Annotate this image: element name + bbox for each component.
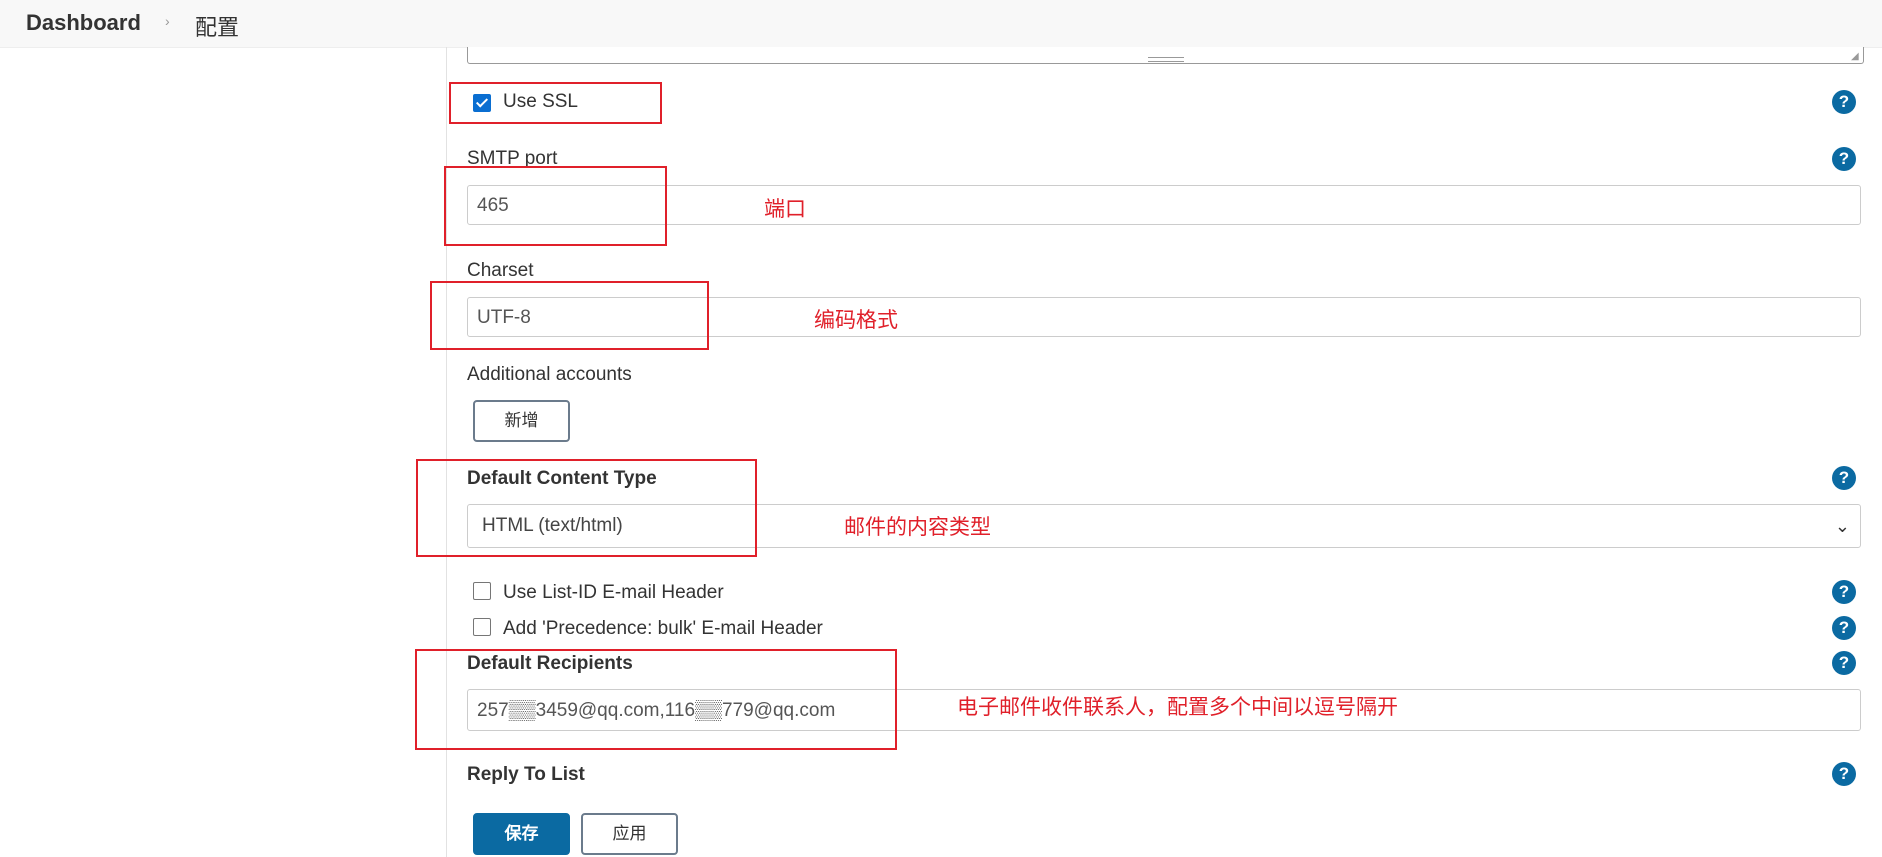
annotation-content-type: 邮件的内容类型 — [844, 516, 991, 539]
annotation-box-ssl — [449, 82, 662, 124]
help-icon[interactable]: ? — [1832, 580, 1856, 604]
breadcrumb-dashboard[interactable]: Dashboard — [26, 10, 141, 36]
apply-button[interactable]: 应用 — [581, 813, 678, 855]
annotation-recipients: 电子邮件收件联系人，配置多个中间以逗号隔开 — [957, 696, 1398, 719]
precedence-header-checkbox[interactable] — [473, 618, 491, 636]
annotation-box-content-type — [416, 459, 757, 557]
annotation-port: 端口 — [764, 198, 806, 221]
add-account-button[interactable]: 新增 — [473, 400, 570, 442]
precedence-header-label: Add 'Precedence: bulk' E-mail Header — [503, 618, 823, 639]
save-button[interactable]: 保存 — [473, 813, 570, 855]
top-bar: Dashboard › 配置 — [0, 0, 1882, 48]
additional-accounts-label: Additional accounts — [467, 364, 632, 385]
chevron-down-icon: ⌄ — [1834, 516, 1850, 536]
annotation-box-port — [444, 166, 667, 246]
help-icon[interactable]: ? — [1832, 147, 1856, 171]
smtp-port-input[interactable]: 465 — [467, 185, 1861, 225]
list-id-header-checkbox[interactable] — [473, 582, 491, 600]
resize-grip-icon[interactable] — [1148, 57, 1184, 62]
reply-to-list-label: Reply To List — [467, 764, 585, 785]
textarea-bottom[interactable]: ◢ — [467, 47, 1864, 64]
resize-corner-icon[interactable]: ◢ — [1851, 52, 1861, 62]
charset-label: Charset — [467, 260, 534, 281]
help-icon[interactable]: ? — [1832, 651, 1856, 675]
help-icon[interactable]: ? — [1832, 762, 1856, 786]
help-icon[interactable]: ? — [1832, 90, 1856, 114]
annotation-box-recipients — [415, 649, 897, 750]
annotation-box-charset — [430, 281, 709, 350]
help-icon[interactable]: ? — [1832, 616, 1856, 640]
help-icon[interactable]: ? — [1832, 466, 1856, 490]
breadcrumb-separator-icon: › — [165, 13, 170, 29]
breadcrumb-current: 配置 — [195, 15, 240, 40]
list-id-header-label: Use List-ID E-mail Header — [503, 582, 724, 603]
annotation-charset: 编码格式 — [814, 309, 898, 332]
